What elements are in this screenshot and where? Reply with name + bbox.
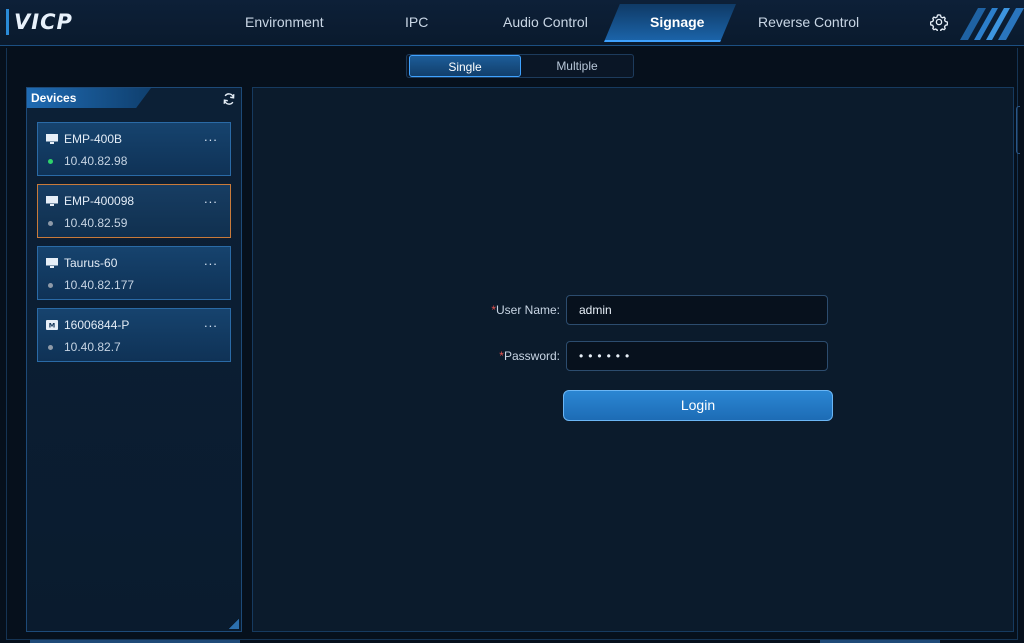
nav-tab-audio-control[interactable]: Audio Control xyxy=(503,14,588,30)
logo-accent-bar xyxy=(6,9,9,35)
app-logo: VICP xyxy=(14,10,73,34)
panel-resize-corner xyxy=(229,619,239,629)
refresh-icon[interactable] xyxy=(222,92,236,106)
device-more-button[interactable]: ... xyxy=(204,191,218,206)
nav-tab-ipc[interactable]: IPC xyxy=(405,14,428,30)
devices-title: Devices xyxy=(31,91,77,105)
device-ip: 10.40.82.7 xyxy=(64,340,121,354)
device-name: EMP-400098 xyxy=(64,194,135,208)
device-name: Taurus-60 xyxy=(64,256,118,270)
device-ip: 10.40.82.59 xyxy=(64,216,128,230)
device-more-button[interactable]: ... xyxy=(204,129,218,144)
status-dot-offline xyxy=(48,345,53,350)
device-name: EMP-400B xyxy=(64,132,123,146)
status-dot-offline xyxy=(48,283,53,288)
status-dot-offline xyxy=(48,221,53,226)
device-ip: 10.40.82.177 xyxy=(64,278,135,292)
tab-multiple[interactable]: Multiple xyxy=(521,55,633,77)
header-decoration xyxy=(960,8,1024,40)
device-card[interactable]: EMP-400B ... 10.40.82.98 xyxy=(37,122,231,176)
login-button[interactable]: Login xyxy=(563,390,833,421)
monitor-icon xyxy=(46,196,58,206)
monitor-icon xyxy=(46,258,58,268)
status-dot-online xyxy=(48,159,53,164)
password-field[interactable]: •••••• xyxy=(566,341,828,371)
device-name: 16006844-P xyxy=(64,318,130,332)
device-card[interactable]: M 16006844-P ... 10.40.82.7 xyxy=(37,308,231,362)
devices-panel: Devices EMP-400B ... 10.40.82.98 EMP-400… xyxy=(26,87,242,632)
password-label: *Password: xyxy=(499,349,560,363)
nav-tab-reverse-control[interactable]: Reverse Control xyxy=(758,14,859,30)
gear-icon[interactable] xyxy=(930,13,948,31)
device-card-selected[interactable]: EMP-400098 ... 10.40.82.59 xyxy=(37,184,231,238)
nav-tab-signage[interactable]: Signage xyxy=(650,14,704,30)
player-icon: M xyxy=(46,320,58,330)
svg-text:M: M xyxy=(49,322,55,330)
username-label: *User Name: xyxy=(491,303,560,317)
device-more-button[interactable]: ... xyxy=(204,315,218,330)
top-navigation-bar: VICP Environment IPC Audio Control Signa… xyxy=(0,0,1024,46)
device-card[interactable]: Taurus-60 ... 10.40.82.177 xyxy=(37,246,231,300)
username-field[interactable]: admin xyxy=(566,295,828,325)
nav-tab-environment[interactable]: Environment xyxy=(245,14,324,30)
devices-panel-header: Devices xyxy=(27,88,241,110)
tab-single[interactable]: Single xyxy=(409,55,521,77)
device-more-button[interactable]: ... xyxy=(204,253,218,268)
device-ip: 10.40.82.98 xyxy=(64,154,128,168)
side-handle[interactable] xyxy=(1016,106,1020,154)
monitor-icon xyxy=(46,134,58,144)
mode-segmented-control: Single Multiple xyxy=(406,54,634,78)
